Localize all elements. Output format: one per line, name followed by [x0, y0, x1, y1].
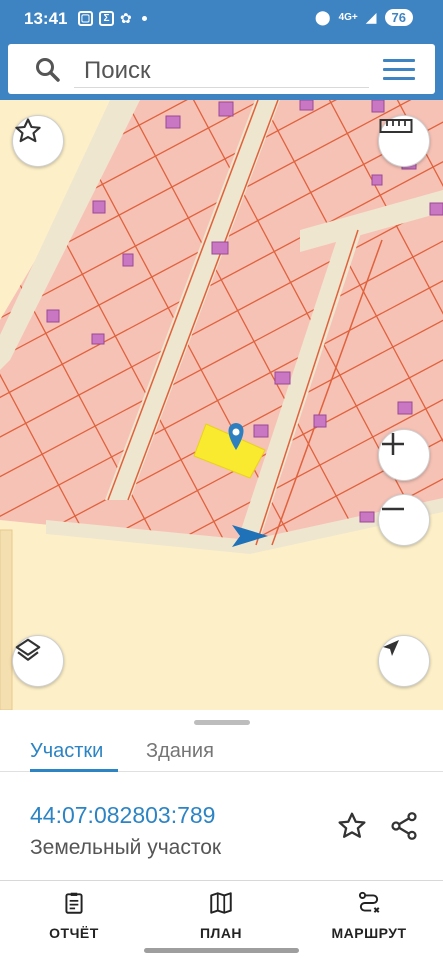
- search-input[interactable]: Поиск: [84, 57, 151, 85]
- tab-parcels[interactable]: Участки: [30, 740, 103, 763]
- sheet-handle[interactable]: [194, 720, 250, 725]
- object-tabs: Участки Здания: [0, 730, 443, 772]
- network-type: 4G+: [338, 12, 358, 23]
- star-outline-icon: [338, 812, 366, 838]
- tab-indicator: [30, 769, 118, 772]
- nav-divider: [0, 880, 443, 881]
- more-dot-icon: [141, 16, 147, 21]
- favorite-parcel-button[interactable]: [336, 810, 368, 847]
- parcel-type: Земельный участок: [30, 836, 222, 859]
- nav-plan[interactable]: ПЛАН: [161, 890, 281, 941]
- ruler-icon: [379, 119, 413, 133]
- minus-icon: [382, 507, 404, 511]
- location-icon: ⬤: [314, 9, 331, 25]
- status-right: ⬤ 4G+ ◢ 76: [315, 9, 413, 26]
- layers-button[interactable]: [12, 635, 64, 687]
- search-icon[interactable]: [34, 56, 62, 89]
- zoom-out-button[interactable]: [378, 494, 430, 546]
- nav-report[interactable]: ОТЧЁТ: [14, 890, 134, 941]
- ruler-button[interactable]: [378, 115, 430, 167]
- navigation-arrow-icon: [383, 640, 399, 656]
- map-icon: [210, 892, 232, 914]
- plus-icon: [382, 433, 404, 455]
- bottom-sheet: Участки Здания 44:07:082803:789 Земельны…: [0, 710, 443, 960]
- parcel-cadastral-number[interactable]: 44:07:082803:789: [30, 802, 215, 829]
- nav-plan-label: ПЛАН: [199, 925, 243, 941]
- map-canvas[interactable]: [0, 100, 443, 710]
- left-strip: [0, 529, 13, 710]
- search-underline: [74, 87, 369, 88]
- battery-level: 76: [384, 9, 413, 26]
- share-button[interactable]: [388, 810, 420, 847]
- route-icon: [358, 891, 380, 913]
- menu-icon[interactable]: [383, 59, 415, 81]
- nav-route-label: МАРШРУТ: [331, 925, 407, 941]
- status-time: 13:41: [24, 9, 68, 28]
- apps-icon: ✿: [120, 10, 132, 26]
- cadastral-map[interactable]: [0, 100, 443, 710]
- nav-route[interactable]: МАРШРУТ: [309, 890, 429, 941]
- layers-icon: [15, 638, 41, 661]
- notification-icons: ▢ Σ ✿: [78, 10, 147, 27]
- tab-buildings[interactable]: Здания: [146, 740, 214, 763]
- signal-icon: ◢: [365, 9, 377, 25]
- zoom-in-button[interactable]: [378, 429, 430, 481]
- clipboard-icon: [65, 892, 83, 914]
- status-bar: 13:41 ▢ Σ ✿ ⬤ 4G+ ◢ 76: [0, 0, 443, 38]
- app-header: Поиск: [0, 38, 443, 100]
- nav-report-label: ОТЧЁТ: [49, 925, 99, 941]
- star-icon: [15, 118, 41, 143]
- favorite-button[interactable]: [12, 115, 64, 167]
- sigma-icon: Σ: [99, 11, 114, 26]
- share-icon: [391, 812, 417, 840]
- locate-button[interactable]: [378, 635, 430, 687]
- screenshot-icon: ▢: [78, 11, 93, 26]
- search-bar[interactable]: Поиск: [8, 44, 435, 94]
- gesture-bar[interactable]: [144, 948, 299, 953]
